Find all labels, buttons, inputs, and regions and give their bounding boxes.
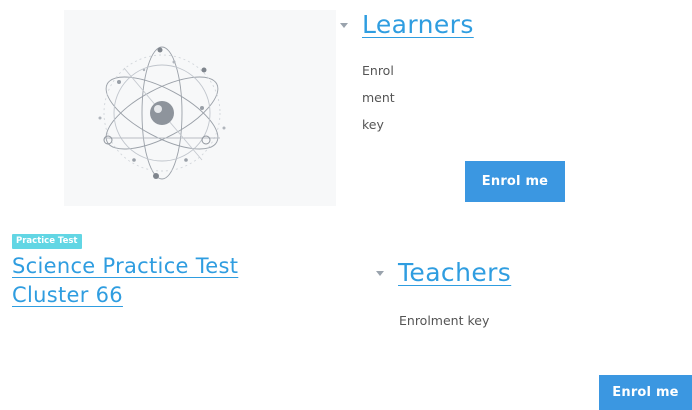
- learners-section-header[interactable]: Learners: [340, 10, 474, 39]
- course-image: [64, 10, 336, 206]
- learners-title-link[interactable]: Learners: [362, 10, 474, 39]
- learners-enrol-button[interactable]: Enrol me: [465, 161, 565, 202]
- enrolment-key-label-line: key: [362, 117, 384, 132]
- caret-down-icon[interactable]: [376, 271, 384, 276]
- caret-down-icon[interactable]: [340, 23, 348, 28]
- course-title-link[interactable]: Science Practice Test Cluster 66: [12, 252, 312, 310]
- teachers-section-header[interactable]: Teachers: [376, 258, 511, 287]
- teachers-enrol-button[interactable]: Enrol me: [599, 375, 692, 410]
- course-type-badge: Practice Test: [12, 234, 82, 249]
- teachers-title-link[interactable]: Teachers: [398, 258, 511, 287]
- course-title-line[interactable]: Cluster 66: [12, 283, 123, 307]
- teachers-enrolment-key-label: Enrolment key: [399, 313, 490, 328]
- enrolment-key-label-line: Enrol: [362, 63, 394, 78]
- course-title-line[interactable]: Science Practice Test: [12, 254, 238, 278]
- atom-icon: [98, 46, 226, 180]
- enrolment-key-label-line: ment: [362, 90, 395, 105]
- learners-enrolment-key-label: Enrol ment key: [362, 57, 422, 138]
